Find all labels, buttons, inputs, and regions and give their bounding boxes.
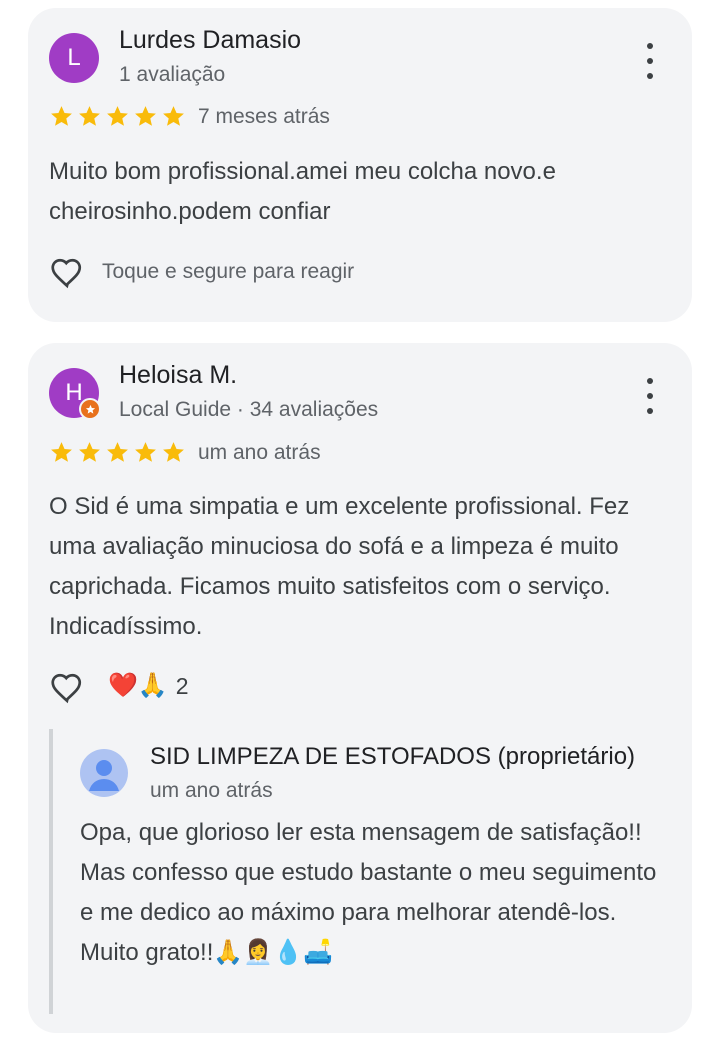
avatar[interactable]: H	[49, 368, 101, 420]
star-icon	[79, 106, 100, 126]
star-rating	[49, 104, 186, 129]
owner-reply-text: Opa, que glorioso ler esta mensagem de s…	[80, 819, 657, 966]
review-card: L Lurdes Damasio 1 avaliação 7 meses atr…	[28, 8, 692, 322]
heart-icon[interactable]	[49, 255, 85, 291]
avatar[interactable]: L	[49, 33, 99, 83]
review-text: O Sid é uma simpatia e um excelente prof…	[49, 493, 630, 640]
reaction-count: 2	[175, 672, 189, 699]
avatar-letter: L	[67, 44, 81, 71]
owner-reply-time: um ano atrás	[150, 779, 273, 802]
star-icon	[163, 106, 184, 126]
reviewer-meta: 1 avaliação	[119, 63, 226, 86]
reviewer-meta: Local Guide · 34 avaliações	[119, 398, 379, 421]
star-icon	[51, 106, 72, 126]
star-icon	[79, 442, 100, 462]
person-icon	[89, 760, 119, 791]
more-options-icon[interactable]	[644, 378, 656, 414]
star-icon	[51, 442, 72, 462]
review-card: H Heloisa M. Local Guide · 34 avaliações…	[28, 343, 692, 1033]
reactions-summary[interactable]: ❤️🙏 2	[108, 671, 189, 701]
reviewer-name[interactable]: Heloisa M.	[119, 361, 237, 390]
star-icon	[107, 442, 128, 462]
more-options-icon[interactable]	[644, 43, 656, 79]
reply-divider	[49, 729, 53, 1014]
review-text: Muito bom profissional.amei meu colcha n…	[49, 158, 556, 225]
review-time: um ano atrás	[198, 441, 321, 464]
review-time: 7 meses atrás	[198, 105, 330, 128]
star-icon	[135, 442, 156, 462]
reaction-emojis: ❤️🙏	[108, 672, 168, 699]
owner-avatar	[80, 749, 128, 797]
star-icon	[135, 106, 156, 126]
heart-icon[interactable]	[49, 670, 85, 706]
local-guide-badge-icon	[79, 398, 101, 420]
star-icon	[107, 106, 128, 126]
react-prompt: Toque e segure para reagir	[102, 260, 355, 283]
owner-name: SID LIMPEZA DE ESTOFADOS (proprietário)	[150, 743, 636, 770]
reviewer-name[interactable]: Lurdes Damasio	[119, 26, 301, 55]
star-icon	[163, 442, 184, 462]
star-rating	[49, 440, 186, 465]
